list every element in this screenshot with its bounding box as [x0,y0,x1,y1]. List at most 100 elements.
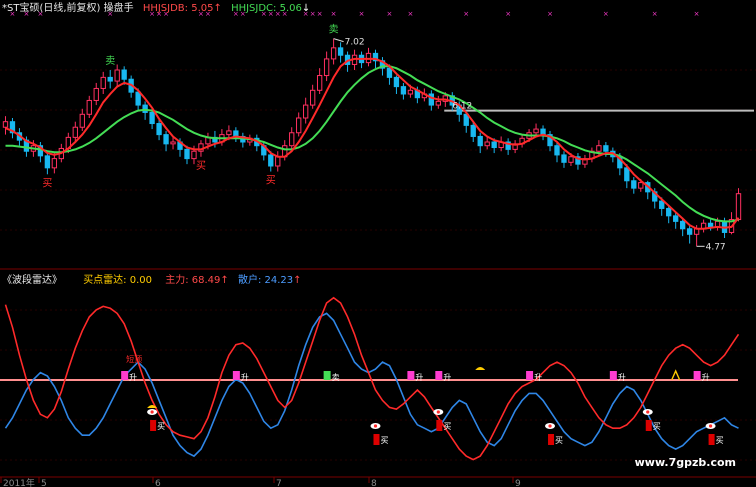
short-top-label: 短顶 [126,354,142,364]
buy-flag [150,420,157,431]
eye-pupil [436,410,440,414]
buy-flag [708,434,715,445]
candle-body [303,104,309,119]
buy-radar-value: 买点雷达: 0.00 [83,275,153,286]
rise-label: 升 [534,373,542,382]
rise-label: 升 [241,373,249,382]
top-marker: × [603,10,609,18]
candle-body [72,126,78,138]
rise-label: 升 [415,373,423,382]
rise-label: 升 [618,373,626,382]
low-label: 4.77 [706,242,726,252]
candle-body [309,89,316,106]
candle-body [135,91,141,106]
x-tick-label: 8 [371,479,377,487]
main-force-value: 主力: 68.49 [165,275,221,286]
rise-marker [232,371,240,380]
candle-body [330,47,337,60]
eye-lid-marker [147,405,158,408]
rise-marker [121,371,129,380]
candle-body [170,141,176,145]
top-marker: × [407,10,413,18]
ma-fast-line [5,57,740,230]
candle-body [484,141,490,147]
top-marker: × [387,10,393,18]
candle-body [184,148,190,160]
hhjsjdb-arrow: ↑ [213,3,222,14]
chart-stage: 7.026.124.77买买买卖卖× × × × × × × × × × × × × × × × × × × × × × ×… [0,10,756,487]
x-tick-label: 9 [515,479,521,487]
x-tick-label: 7 [276,479,282,487]
candle-body [533,128,539,134]
candle-body [2,121,9,128]
high-pointer [333,38,344,43]
rise-label: 升 [129,373,137,382]
eye-pupil [646,410,650,414]
candle-body [707,222,714,228]
hhjsjdc-arrow: ↓ [301,3,311,14]
buy-flag-label: 买 [716,436,724,445]
top-marker: × [463,10,469,18]
rise-marker [526,371,534,380]
eye-lid-marker [475,367,486,370]
rise-marker [323,371,331,380]
buy-flag-label: 买 [157,422,165,431]
candle-body [289,132,295,147]
candle-body [100,76,106,89]
candle-body [631,180,637,189]
mid-label: 6.12 [452,102,472,112]
top-marker: × [652,10,658,18]
candle-body [156,123,162,136]
candle-body [659,200,665,209]
rise-marker [435,371,443,380]
sell-signal: 卖 [329,24,339,36]
eye-pupil [373,424,378,428]
buy-flag-label: 买 [555,436,563,445]
buy-flag-label: 买 [443,422,451,431]
candle-body [554,145,560,156]
sell-signal: 卖 [105,55,115,67]
main-header: *ST宝硕(日线,前复权) 操盘手 HHJSJDB: 5.05↑ HHJSJDC… [2,0,310,14]
main-force-arrow: ↑ [220,275,229,286]
candle-body [79,113,85,128]
candle-body [666,207,672,217]
buy-flag [436,420,443,431]
buy-flag [645,420,652,431]
candle-body [296,117,302,134]
candle-body [121,69,127,80]
candle-body [735,193,742,221]
candle-body [673,215,679,222]
candle-body [275,156,281,167]
candle-body [428,93,435,106]
candle-body [624,167,630,182]
candle-body [638,182,644,189]
candle-body [323,58,330,77]
x-tick-label: 2011年 [3,477,35,487]
candle-body [477,135,483,147]
candle-body [686,228,693,235]
candle-body [51,158,58,169]
buy-flag [548,434,555,445]
top-marker: × [694,10,700,18]
candle-body [226,130,232,136]
sub-header: 《波段雷达》 买点雷达: 0.00 主力: 68.49↑ 散户: 24.23↑ [2,271,302,286]
candle-body [268,154,274,167]
rise-label: 卖 [332,373,340,382]
buy-flag [373,434,380,445]
candle-body [435,100,441,106]
candle-body [491,141,497,149]
candle-body [316,75,323,91]
candle-body [163,134,169,145]
candle-body [114,69,120,82]
candle-body [191,150,197,160]
candle-body [86,99,92,115]
top-marker: × [331,10,337,18]
rise-marker [407,371,415,380]
buy-signal: 买 [196,160,206,172]
top-marker: × [317,10,323,18]
buy-flag-label: 买 [653,422,661,431]
high-label: 7.02 [345,38,365,48]
candle-body [407,89,414,95]
candle-body [400,86,407,95]
main-title: *ST宝硕(日线,前复权) 操盘手 [2,3,134,14]
